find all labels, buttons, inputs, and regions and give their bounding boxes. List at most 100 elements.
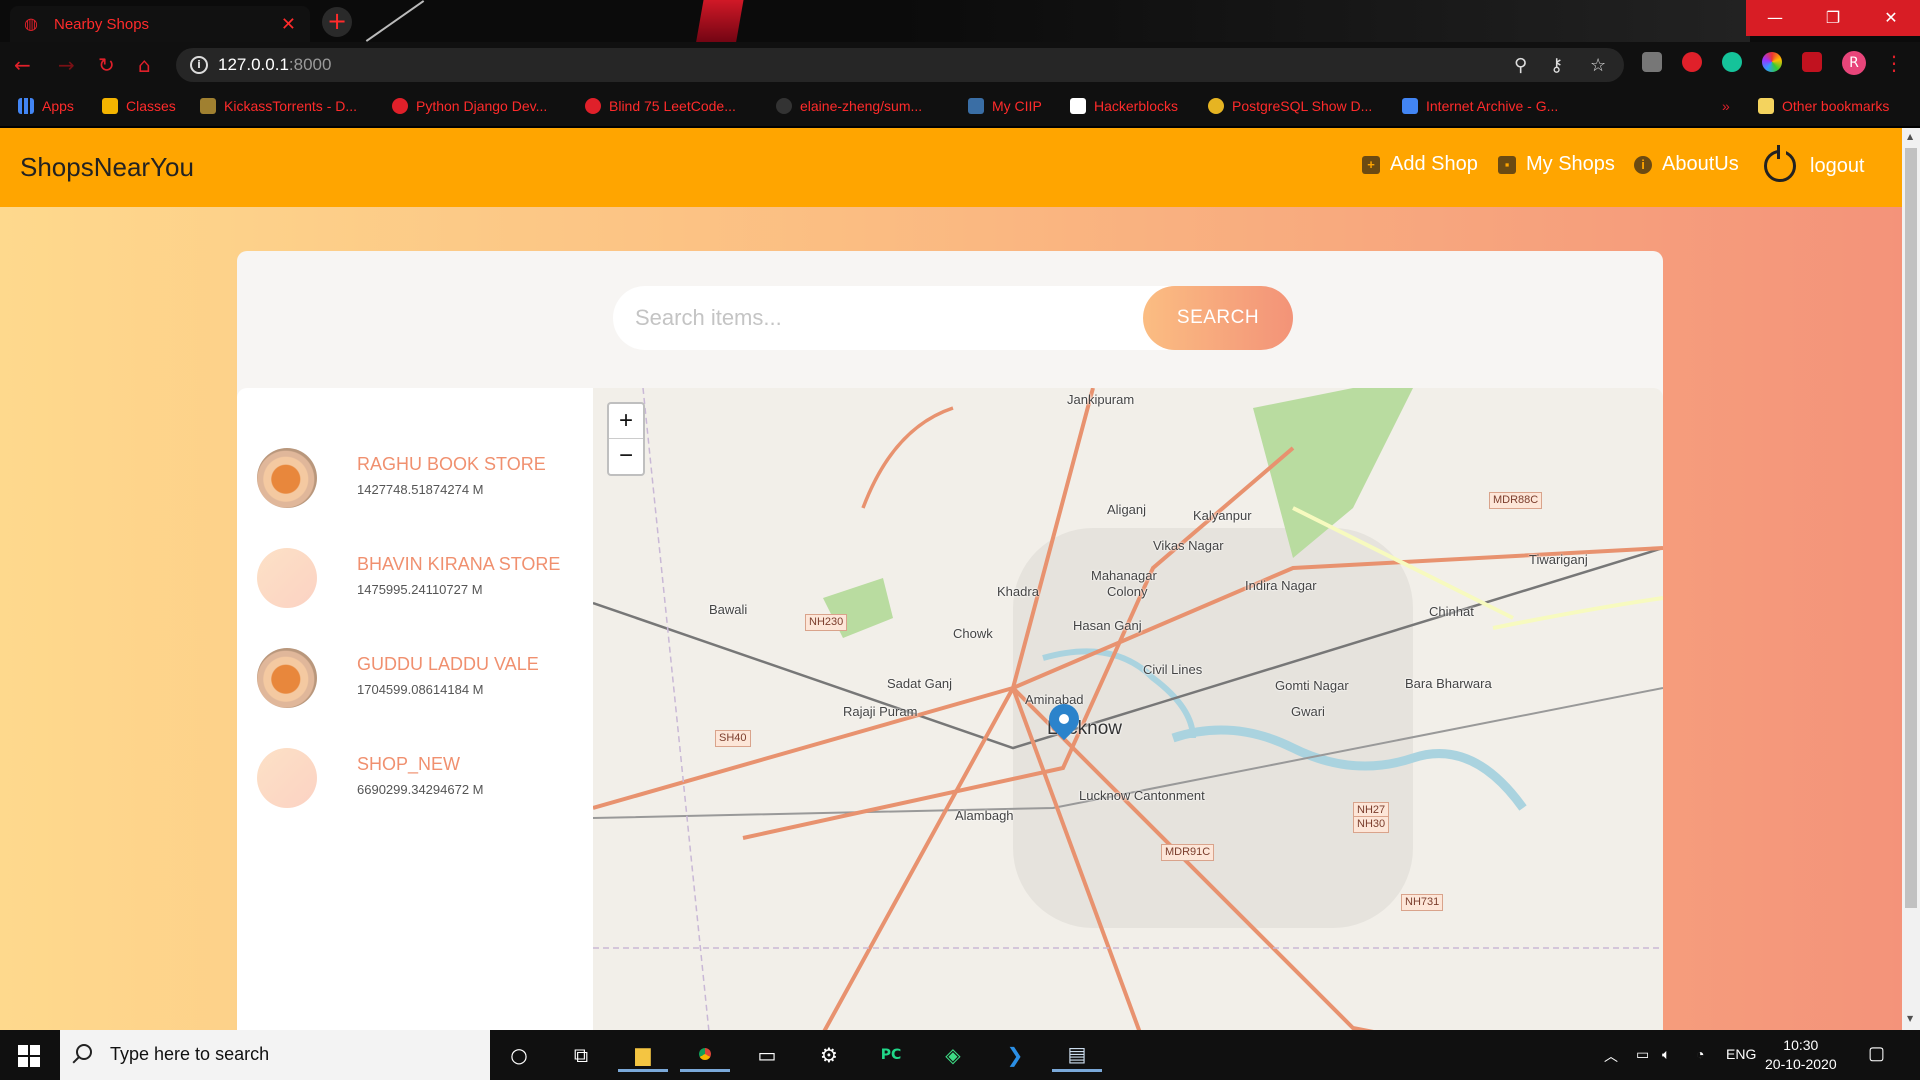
shop-distance: 1475995.24110727 M: [357, 582, 483, 597]
location-pin-icon[interactable]: ⚲: [1514, 55, 1527, 76]
close-tab-icon[interactable]: ✕: [281, 14, 296, 35]
brand-logo[interactable]: ShopsNearYou: [20, 152, 194, 183]
url-port: :8000: [288, 55, 332, 74]
wifi-icon[interactable]: ◔: [1696, 1046, 1704, 1062]
list-item[interactable]: SHOP_NEW 6690299.34294672 M: [257, 738, 587, 808]
map-label: Gwari: [1291, 704, 1325, 719]
puzzle-extensions-icon[interactable]: [1802, 52, 1822, 72]
key-icon[interactable]: ⚷: [1550, 55, 1563, 76]
adblock-extension-icon[interactable]: [1682, 52, 1702, 72]
bookmark-label: Internet Archive - G...: [1426, 98, 1559, 114]
shop-name[interactable]: GUDDU LADDU VALE: [357, 654, 539, 675]
language-indicator[interactable]: ENG: [1726, 1046, 1756, 1062]
close-window-icon[interactable]: ✕: [1862, 0, 1920, 36]
nav-label: Add Shop: [1390, 153, 1478, 175]
map-view[interactable]: + − Jankipuram Aliganj Kalyanpur Vikas N…: [593, 388, 1663, 1030]
clock-time: 10:30: [1783, 1037, 1819, 1053]
omnibox[interactable]: i 127.0.0.1:8000 ⚲ ⚷ ☆: [176, 48, 1624, 82]
nav-about-us[interactable]: i AboutUs: [1634, 153, 1739, 176]
list-item[interactable]: BHAVIN KIRANA STORE 1475995.24110727 M: [257, 538, 587, 608]
notifications-icon[interactable]: ▢: [1868, 1043, 1885, 1064]
browser-tab[interactable]: ◍ Nearby Shops ✕: [10, 6, 310, 42]
profile-avatar[interactable]: R: [1842, 51, 1866, 75]
shop-thumbnail: [257, 648, 317, 708]
clock-date: 20-10-2020: [1765, 1056, 1837, 1072]
scroll-thumb[interactable]: [1905, 148, 1917, 908]
bookmark-postgres[interactable]: PostgreSQL Show D...: [1208, 98, 1372, 114]
scroll-down-arrow-icon[interactable]: ▼: [1907, 1014, 1913, 1023]
cortana-icon[interactable]: ○: [494, 1038, 544, 1072]
nav-logout[interactable]: logout: [1764, 145, 1865, 182]
bookmark-django[interactable]: Python Django Dev...: [392, 98, 547, 114]
bookmark-label: Classes: [126, 98, 176, 114]
bookmark-apps[interactable]: Apps: [18, 98, 74, 114]
site-info-icon[interactable]: i: [190, 56, 208, 74]
zoom-out-button[interactable]: −: [609, 439, 643, 474]
zoom-in-button[interactable]: +: [609, 404, 643, 439]
map-label: Vikas Nagar: [1153, 538, 1224, 553]
pycharm-icon[interactable]: PC: [866, 1038, 916, 1072]
volume-icon[interactable]: 🔈︎: [1662, 1046, 1670, 1063]
bookmark-other[interactable]: Other bookmarks: [1758, 98, 1889, 114]
shop-thumbnail: [257, 448, 317, 508]
bookmark-classes[interactable]: Classes: [102, 98, 176, 114]
task-view-icon[interactable]: ⧉: [556, 1038, 606, 1072]
minimize-icon[interactable]: —: [1746, 0, 1804, 36]
color-picker-extension-icon[interactable]: [1762, 52, 1782, 72]
docs-icon: [1402, 98, 1418, 114]
bookmark-github[interactable]: elaine-zheng/sum...: [776, 98, 922, 114]
reload-icon[interactable]: ↻: [98, 54, 115, 76]
windows-start-icon[interactable]: [18, 1045, 40, 1067]
taskbar-search[interactable]: Type here to search: [60, 1030, 490, 1080]
map-label: Aliganj: [1107, 502, 1147, 517]
bookmark-archive[interactable]: Internet Archive - G...: [1402, 98, 1558, 114]
shop-name[interactable]: SHOP_NEW: [357, 754, 460, 775]
restore-icon[interactable]: ❐: [1804, 0, 1862, 36]
search-bar: SEARCH: [613, 286, 1293, 350]
grammarly-extension-icon[interactable]: [1722, 52, 1742, 72]
shop-name[interactable]: RAGHU BOOK STORE: [357, 454, 546, 475]
bookmark-blind75[interactable]: Blind 75 LeetCode...: [585, 98, 736, 114]
list-item[interactable]: RAGHU BOOK STORE 1427748.51874274 M: [257, 438, 587, 508]
bookmark-hackerblocks[interactable]: Hackerblocks: [1070, 98, 1178, 114]
chrome-icon[interactable]: [680, 1038, 730, 1072]
clock[interactable]: 10:30 20-10-2020: [1765, 1036, 1837, 1074]
star-bookmark-icon[interactable]: ☆: [1590, 55, 1606, 76]
vscode-icon[interactable]: ❯: [990, 1038, 1040, 1072]
nav-label: My Shops: [1526, 153, 1615, 175]
bookmark-label: My CIIP: [992, 98, 1042, 114]
scroll-up-arrow-icon[interactable]: ▲: [1907, 132, 1913, 141]
battery-icon[interactable]: ▭: [1636, 1046, 1649, 1063]
shop-list: RAGHU BOOK STORE 1427748.51874274 M BHAV…: [237, 388, 593, 1030]
extension-grey-icon[interactable]: [1642, 52, 1662, 72]
nav-add-shop[interactable]: + Add Shop: [1362, 153, 1478, 176]
android-studio-icon[interactable]: ◈: [928, 1038, 978, 1072]
bookmark-ciip[interactable]: My CIIP: [968, 98, 1042, 114]
search-button[interactable]: SEARCH: [1143, 286, 1293, 350]
page-viewport: ShopsNearYou + Add Shop ▪ My Shops i Abo…: [0, 128, 1902, 1030]
back-icon[interactable]: ←: [14, 54, 31, 76]
map-label: Lucknow Cantonment: [1079, 788, 1205, 803]
bookmark-kickass[interactable]: KickassTorrents - D...: [200, 98, 357, 114]
classroom-icon: [102, 98, 118, 114]
shopping-bag-icon: ▪: [1498, 155, 1516, 174]
menu-dots-icon[interactable]: ⋮: [1884, 52, 1904, 74]
file-explorer-icon[interactable]: ▆: [618, 1038, 668, 1072]
terminal-icon[interactable]: ▭: [742, 1038, 792, 1072]
page-scrollbar[interactable]: ▲ ▼: [1902, 128, 1920, 1030]
power-icon: [1764, 145, 1796, 182]
search-input[interactable]: [613, 286, 1173, 350]
tab-title: Nearby Shops: [54, 15, 150, 33]
home-icon[interactable]: ⌂: [138, 54, 151, 76]
snipping-tool-icon[interactable]: ▤: [1052, 1038, 1102, 1072]
nav-my-shops[interactable]: ▪ My Shops: [1498, 153, 1615, 176]
new-tab-button[interactable]: +: [322, 7, 352, 37]
shop-name[interactable]: BHAVIN KIRANA STORE: [357, 554, 560, 575]
wallpaper-shade: [900, 0, 1750, 42]
forward-icon[interactable]: →: [58, 54, 75, 76]
bookmarks-overflow-icon[interactable]: »: [1722, 98, 1730, 114]
list-item[interactable]: GUDDU LADDU VALE 1704599.08614184 M: [257, 638, 587, 708]
tray-chevron-icon[interactable]: ︿: [1604, 1046, 1618, 1066]
settings-gear-icon[interactable]: ⚙: [804, 1038, 854, 1072]
bookmark-label: Python Django Dev...: [416, 98, 548, 114]
